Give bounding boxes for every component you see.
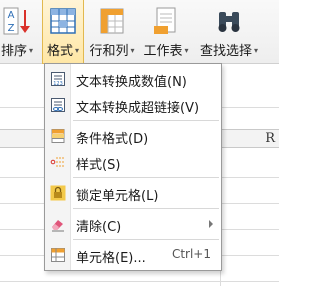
rows-columns-icon	[100, 8, 124, 34]
menu-separator	[73, 120, 219, 121]
find-select-button[interactable]: 查找选择 ▾	[196, 0, 262, 64]
menu-item-label: 文本转换成数值(N)	[76, 75, 187, 90]
conditional-format-icon	[51, 129, 65, 143]
text-to-hyperlink-icon	[51, 98, 65, 112]
binoculars-icon	[218, 12, 240, 32]
submenu-arrow-icon	[209, 220, 213, 228]
shortcut-label: Ctrl+1	[171, 247, 211, 261]
svg-text:Z: Z	[8, 23, 15, 34]
menu-item-clear[interactable]: 清除(C)	[45, 211, 221, 237]
sort-az-icon: A Z	[3, 7, 30, 35]
worksheet-button[interactable]: 工作表 ▾	[140, 0, 192, 64]
menu-separator	[73, 177, 219, 178]
style-icon	[50, 157, 64, 167]
format-button[interactable]: 格式 ▾	[42, 0, 84, 64]
menu-item-label: 清除(C)	[76, 220, 122, 235]
sort-label: 排序	[1, 44, 28, 59]
sort-button[interactable]: A Z 排序 ▾	[0, 0, 40, 64]
ribbon-toolbar: A Z 排序 ▾ 格式 ▾ 行和列 ▾ 工作表 ▾ 查找选择 ▾	[0, 0, 279, 64]
chevron-down-icon: ▾	[254, 46, 259, 55]
lock-icon	[50, 185, 66, 201]
menu-item-conditional-format[interactable]: 条件格式(D)	[45, 123, 221, 149]
menu-item-format-cells[interactable]: 单元格(E)... Ctrl+1	[45, 242, 221, 268]
rows-columns-button[interactable]: 行和列 ▾	[87, 0, 137, 64]
chevron-down-icon: ▾	[130, 46, 135, 55]
menu-separator	[73, 239, 219, 240]
rows-columns-label: 行和列	[89, 44, 129, 59]
format-dropdown-menu: 123 文本转换成数值(N) 文本转换成超链接(V) 条件格式(D) 样式(S)…	[44, 63, 222, 271]
menu-item-label: 文本转换成超链接(V)	[76, 101, 200, 116]
cell-format-icon	[51, 248, 65, 262]
menu-item-label: 锁定单元格(L)	[76, 189, 159, 204]
format-label: 格式	[46, 44, 73, 59]
menu-item-text-to-hyperlink[interactable]: 文本转换成超链接(V)	[45, 92, 221, 118]
chevron-down-icon: ▾	[184, 46, 189, 55]
format-grid-icon	[50, 8, 76, 34]
menu-item-text-to-number[interactable]: 123 文本转换成数值(N)	[45, 66, 221, 92]
eraser-icon	[52, 220, 64, 232]
column-header-r[interactable]: R	[265, 131, 275, 146]
worksheet-icon	[154, 7, 176, 34]
menu-item-label: 条件格式(D)	[76, 132, 149, 147]
chevron-down-icon: ▾	[29, 46, 34, 55]
menu-item-style[interactable]: 样式(S)	[45, 149, 221, 175]
svg-text:A: A	[8, 10, 15, 21]
grid-line	[0, 281, 279, 282]
find-select-label: 查找选择	[199, 44, 252, 59]
menu-item-label: 样式(S)	[76, 158, 121, 173]
menu-item-lock-cell[interactable]: 锁定单元格(L)	[45, 180, 221, 206]
menu-item-label: 单元格(E)...	[76, 251, 146, 266]
chevron-down-icon: ▾	[75, 46, 80, 55]
worksheet-label: 工作表	[143, 44, 183, 59]
svg-text:123: 123	[53, 81, 63, 87]
text-to-number-icon: 123	[51, 72, 65, 87]
menu-separator	[73, 208, 219, 209]
